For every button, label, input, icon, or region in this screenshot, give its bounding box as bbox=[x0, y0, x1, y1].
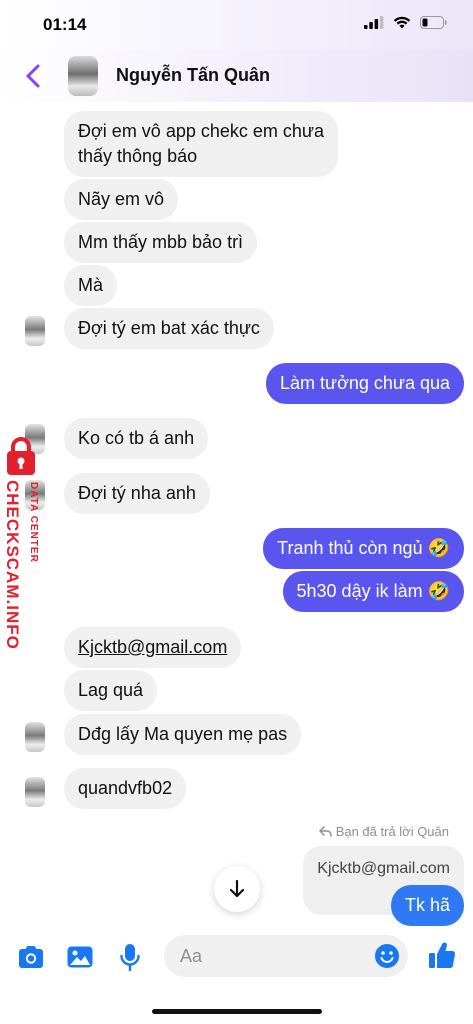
message-outgoing[interactable]: Tk hã bbox=[390, 885, 464, 926]
sender-avatar bbox=[25, 777, 45, 807]
status-icons bbox=[364, 16, 447, 34]
voice-button[interactable] bbox=[115, 942, 145, 972]
watermark-text: CHECKSCAM.INFO bbox=[3, 480, 22, 650]
watermark: CHECKSCAM.INFO DATA CENTER bbox=[0, 436, 52, 666]
thumbs-up-icon bbox=[429, 942, 456, 968]
scroll-to-bottom-button[interactable] bbox=[214, 866, 260, 912]
reply-indicator: Bạn đã trả lời Quân bbox=[318, 824, 449, 839]
wifi-icon bbox=[393, 16, 411, 34]
status-time: 01:14 bbox=[43, 15, 87, 34]
message-incoming[interactable]: Lag quá bbox=[64, 670, 158, 711]
status-bar: 01:14 bbox=[0, 0, 473, 50]
sender-avatar bbox=[25, 316, 45, 346]
message-incoming[interactable]: Dđg lấy Ma quyen mẹ pas bbox=[64, 714, 302, 755]
camera-icon bbox=[19, 946, 43, 968]
emoji-icon bbox=[375, 944, 399, 968]
message-incoming[interactable]: Mà bbox=[64, 265, 118, 306]
message-incoming[interactable]: Mm thấy mbb bảo trì bbox=[64, 222, 258, 263]
message-incoming[interactable]: quandvfb02 bbox=[64, 768, 187, 809]
camera-button[interactable] bbox=[16, 942, 46, 972]
reply-note-text: Bạn đã trả lời Quân bbox=[335, 824, 449, 839]
message-incoming[interactable]: Đợi tý em bat xác thực bbox=[64, 308, 274, 349]
contact-name[interactable]: Nguyễn Tấn Quân bbox=[116, 65, 270, 86]
message-outgoing[interactable]: Làm tưởng chưa qua bbox=[266, 363, 464, 404]
back-button[interactable] bbox=[22, 62, 46, 90]
message-incoming[interactable]: Đợi em vô app chekc em chưa thấy thông b… bbox=[64, 111, 338, 177]
arrow-down-icon bbox=[229, 879, 245, 898]
message-outgoing[interactable]: 5h30 dậy ik làm 🤣 bbox=[282, 571, 464, 612]
message-input-box[interactable] bbox=[164, 935, 408, 977]
signal-icon bbox=[364, 16, 384, 34]
message-outgoing[interactable]: Tranh thủ còn ngủ 🤣 bbox=[263, 528, 464, 569]
message-incoming[interactable]: Đợi tý nha anh bbox=[64, 473, 210, 514]
message-incoming-email-link[interactable]: Kjcktb@gmail.com bbox=[64, 627, 242, 668]
lock-icon bbox=[7, 437, 35, 475]
message-incoming[interactable]: Nãy em vô bbox=[64, 179, 179, 220]
sender-avatar bbox=[25, 722, 45, 752]
reply-arrow-icon bbox=[318, 826, 332, 837]
battery-icon bbox=[420, 16, 447, 34]
chevron-left-icon bbox=[26, 64, 40, 88]
image-icon bbox=[67, 946, 93, 968]
home-indicator bbox=[152, 1009, 322, 1014]
microphone-icon bbox=[120, 944, 140, 971]
conversation-header: Nguyễn Tấn Quân bbox=[0, 50, 473, 102]
like-button[interactable] bbox=[427, 940, 457, 970]
gallery-button[interactable] bbox=[65, 942, 95, 972]
emoji-button[interactable] bbox=[374, 943, 400, 969]
message-incoming[interactable]: Ko có tb á anh bbox=[64, 418, 209, 459]
message-composer bbox=[0, 930, 473, 1024]
message-input[interactable] bbox=[180, 935, 360, 977]
watermark-subtext: DATA CENTER bbox=[28, 482, 39, 563]
contact-avatar[interactable] bbox=[68, 56, 98, 96]
